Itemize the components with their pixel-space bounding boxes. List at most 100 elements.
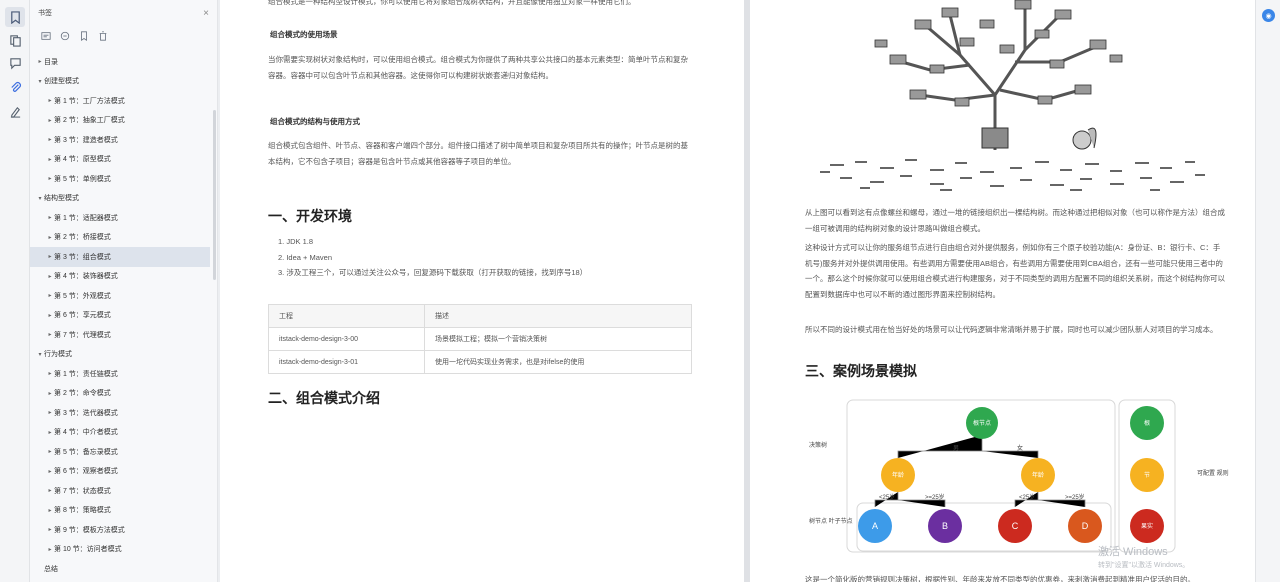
comment-icon[interactable] bbox=[5, 53, 25, 73]
label-tree-node: 树节点 叶子节点 bbox=[809, 517, 853, 525]
outline-label: 第 10 节：访问者模式 bbox=[54, 546, 122, 554]
assistant-icon[interactable]: ◉ bbox=[1262, 9, 1275, 22]
attachment-icon[interactable] bbox=[5, 77, 25, 97]
chevron-right-icon[interactable]: ▸ bbox=[46, 331, 54, 338]
outline-item[interactable]: ▸ 第 2 节：命令模式 bbox=[30, 384, 210, 404]
chevron-right-icon[interactable]: ▸ bbox=[46, 468, 54, 475]
document-page-right: 从上图可以看到这有点像螺丝和螺母，通过一堆的链接组织出一棵结构树。而这种通过把相… bbox=[750, 0, 1255, 582]
outline-item[interactable]: ▸ 第 10 节：访问者模式 bbox=[30, 540, 210, 560]
paragraph-structure: 组合模式包含组件、叶节点、容器和客户端四个部分。组件接口描述了树中简单项目和复杂… bbox=[268, 141, 688, 166]
thumbnail-icon[interactable] bbox=[5, 30, 25, 50]
chevron-right-icon[interactable]: ▸ bbox=[46, 429, 54, 436]
expand-all-icon[interactable] bbox=[40, 31, 51, 42]
outline-label: 第 1 节：工厂方法模式 bbox=[54, 97, 125, 105]
chevron-right-icon[interactable]: ▸ bbox=[46, 214, 54, 221]
outline-label: 第 4 节：原型模式 bbox=[54, 156, 111, 164]
collapse-all-icon[interactable] bbox=[59, 31, 70, 42]
outline-label: 第 4 节：中介者模式 bbox=[54, 429, 118, 437]
outline-tree: ▸ 目录 ▾ 创建型模式 ▸ 第 1 节：工厂方法模式 ▸ 第 2 节：抽象工厂模式 ▸ 第 3 … bbox=[30, 52, 210, 579]
outline-item[interactable]: ▸ 第 5 节：单例模式 bbox=[30, 169, 210, 189]
outline-label: 第 9 节：模板方法模式 bbox=[54, 526, 125, 534]
outline-section[interactable]: 总结 bbox=[30, 559, 210, 579]
chevron-right-icon[interactable]: ▸ bbox=[46, 156, 54, 163]
paragraph-summary: 所以不同的设计模式用在恰当好处的场景可以让代码逻辑非常清晰并易于扩展，同时也可以… bbox=[805, 325, 1218, 334]
chevron-right-icon[interactable]: ▸ bbox=[46, 390, 54, 397]
env-item-2: 2. Idea + Maven bbox=[278, 252, 332, 262]
outline-label: 第 1 节：责任链模式 bbox=[54, 370, 118, 378]
edge-label: >=25岁 bbox=[925, 493, 945, 501]
outline-item[interactable]: ▸ 第 4 节：原型模式 bbox=[30, 150, 210, 170]
outline-item[interactable]: ▸ 第 3 节：建造者模式 bbox=[30, 130, 210, 150]
outline-section[interactable]: ▾ 创建型模式 bbox=[30, 72, 210, 92]
bookmark-panel-icon[interactable] bbox=[5, 7, 25, 27]
chevron-right-icon[interactable]: ▸ bbox=[46, 507, 54, 514]
outline-item[interactable]: ▸ 第 7 节：代理模式 bbox=[30, 325, 210, 345]
add-bookmark-icon[interactable] bbox=[78, 31, 89, 42]
outline-item[interactable]: ▸ 第 3 节：迭代器模式 bbox=[30, 403, 210, 423]
close-icon[interactable]: × bbox=[203, 8, 209, 19]
outline-item[interactable]: ▸ 第 1 节：责任链模式 bbox=[30, 364, 210, 384]
outline-label: 第 6 节：享元模式 bbox=[54, 312, 111, 320]
chevron-right-icon[interactable]: ▸ bbox=[46, 273, 54, 280]
outline-item[interactable]: ▸ 第 5 节：备忘录模式 bbox=[30, 442, 210, 462]
chevron-right-icon[interactable]: ▸ bbox=[46, 97, 54, 104]
outline-item[interactable]: ▸ 第 1 节：适配器模式 bbox=[30, 208, 210, 228]
edge-label-female: 女 bbox=[1017, 444, 1023, 452]
bookmark-panel: 书签 × ▸ 目录 ▾ 创建型模式 ▸ 第 1 节：工厂方法模式 ▸ 第 2 节：抽象工厂模式… bbox=[30, 0, 218, 582]
outline-label: 第 2 节：命令模式 bbox=[54, 390, 111, 398]
age-node-right-label: 年龄 bbox=[1032, 471, 1044, 479]
panel-scrollbar[interactable] bbox=[213, 110, 216, 280]
chevron-right-icon[interactable]: ▸ bbox=[46, 312, 54, 319]
chevron-right-icon[interactable]: ▸ bbox=[46, 292, 54, 299]
chevron-right-icon[interactable]: ▸ bbox=[36, 58, 44, 65]
delete-bookmark-icon[interactable] bbox=[97, 31, 108, 42]
outline-section[interactable]: ▾ 行为模式 bbox=[30, 345, 210, 365]
tree-illustration bbox=[820, 0, 1205, 191]
chevron-right-icon[interactable]: ▸ bbox=[46, 526, 54, 533]
right-tool-bar: ◉ bbox=[1255, 0, 1280, 582]
chevron-right-icon[interactable]: ▸ bbox=[46, 409, 54, 416]
chevron-right-icon[interactable]: ▸ bbox=[46, 370, 54, 377]
chevron-right-icon[interactable]: ▸ bbox=[46, 487, 54, 494]
outline-item[interactable]: ▸ 第 4 节：装饰器模式 bbox=[30, 267, 210, 287]
chevron-down-icon[interactable]: ▾ bbox=[36, 351, 44, 358]
chevron-right-icon[interactable]: ▸ bbox=[46, 175, 54, 182]
outline-item[interactable]: ▸ 第 8 节：策略模式 bbox=[30, 501, 210, 521]
chevron-down-icon[interactable]: ▾ bbox=[36, 195, 44, 202]
outline-label: 行为模式 bbox=[44, 351, 72, 359]
chevron-right-icon[interactable]: ▸ bbox=[46, 136, 54, 143]
outline-item[interactable]: ▸ 第 9 节：模板方法模式 bbox=[30, 520, 210, 540]
outline-item[interactable]: ▸ 第 3 节：组合模式 bbox=[30, 247, 210, 267]
outline-label: 创建型模式 bbox=[44, 78, 79, 86]
outline-section[interactable]: ▾ 结构型模式 bbox=[30, 189, 210, 209]
chevron-right-icon[interactable]: ▸ bbox=[46, 117, 54, 124]
table-row: itstack-demo-design-3-00 场景模拟工程；模拟一个营销决策… bbox=[268, 327, 692, 351]
table-cell: itstack-demo-design-3-00 bbox=[268, 327, 425, 351]
outline-item[interactable]: ▸ 第 1 节：工厂方法模式 bbox=[30, 91, 210, 111]
chevron-right-icon[interactable]: ▸ bbox=[46, 546, 54, 553]
chevron-right-icon[interactable]: ▸ bbox=[46, 253, 54, 260]
edge-label: >=25岁 bbox=[1065, 493, 1085, 501]
chevron-right-icon[interactable]: ▸ bbox=[46, 448, 54, 455]
chevron-down-icon[interactable]: ▾ bbox=[36, 78, 44, 85]
signature-icon[interactable] bbox=[5, 101, 25, 121]
outline-section[interactable]: ▸ 目录 bbox=[30, 52, 210, 72]
outline-item[interactable]: ▸ 第 7 节：状态模式 bbox=[30, 481, 210, 501]
document-page-left: 组合模式是一种结构型设计模式，你可以使用它将对象组合成树状结构，并且能像使用独立… bbox=[220, 0, 744, 582]
outline-item[interactable]: ▸ 第 2 节：桥接模式 bbox=[30, 228, 210, 248]
intro-tail-text: 组合模式是一种结构型设计模式，你可以使用它将对象组合成树状结构，并且能像使用独立… bbox=[268, 0, 636, 6]
outline-label: 第 3 节：组合模式 bbox=[54, 253, 111, 261]
project-table: 工程 描述 itstack-demo-design-3-00 场景模拟工程；模拟… bbox=[268, 304, 692, 374]
outline-item[interactable]: ▸ 第 5 节：外观模式 bbox=[30, 286, 210, 306]
leaf-node-a-label: A bbox=[872, 521, 878, 531]
outline-label: 总结 bbox=[44, 565, 58, 573]
outline-item[interactable]: ▸ 第 6 节：观察者模式 bbox=[30, 462, 210, 482]
outline-item[interactable]: ▸ 第 2 节：抽象工厂模式 bbox=[30, 111, 210, 131]
leaf-node-b-label: B bbox=[942, 521, 948, 531]
outline-item[interactable]: ▸ 第 4 节：中介者模式 bbox=[30, 423, 210, 443]
watermark-line1: 激活 Windows bbox=[1098, 546, 1168, 558]
chevron-right-icon[interactable]: ▸ bbox=[46, 234, 54, 241]
paragraph-design: 这种设计方式可以让你的服务组节点进行自由组合对外提供服务，例如你有三个原子校验功… bbox=[805, 243, 1225, 299]
subheading-structure: 组合模式的结构与使用方式 bbox=[270, 117, 360, 126]
outline-item[interactable]: ▸ 第 6 节：享元模式 bbox=[30, 306, 210, 326]
